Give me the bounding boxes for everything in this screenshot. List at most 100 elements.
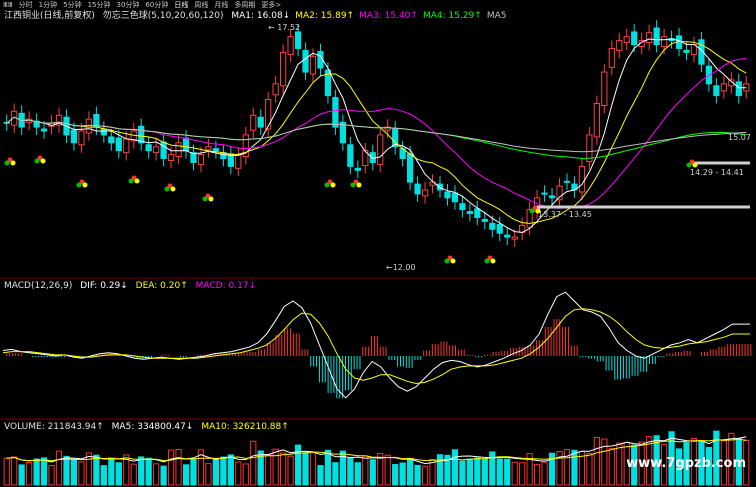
ball-green-5 (202, 196, 208, 202)
candle-body-35 (265, 99, 272, 130)
candle-body-75 (563, 180, 571, 183)
volume-bar-44 (332, 462, 339, 486)
volume-bar-55 (414, 464, 421, 486)
ball-yellow-1 (40, 158, 46, 164)
ball-green-11 (686, 162, 692, 168)
macd-dif: DIF: 0.29↓ (80, 281, 128, 291)
candle-body-31 (235, 154, 242, 169)
candle-body-45 (339, 121, 346, 144)
volume-bar-41 (309, 452, 317, 486)
candle-body-62 (466, 211, 473, 215)
candle-body-96 (720, 83, 727, 92)
candle-body-9 (70, 129, 78, 144)
ball-yellow-0 (10, 160, 16, 166)
candle-body-82 (616, 40, 623, 51)
ball-green-6 (324, 182, 330, 188)
candle-body-67 (504, 234, 511, 238)
ball-yellow-10 (535, 208, 541, 214)
volume-bar-82 (616, 442, 623, 486)
ball-yellow-6 (330, 182, 336, 188)
volume-bar-5 (40, 457, 48, 486)
candle-body-68 (511, 236, 518, 240)
volume-bar-42 (317, 465, 324, 486)
volume-bar-51 (384, 454, 391, 486)
candle-body-20 (153, 146, 160, 154)
ball-yellow-4 (170, 186, 176, 192)
candle-body-15 (115, 137, 122, 152)
candle-body-79 (593, 102, 600, 138)
label-high: ← 17.52 (268, 23, 300, 32)
ball-green-2 (76, 182, 82, 188)
volume-bar-49 (369, 459, 376, 486)
candle-body-61 (459, 203, 466, 211)
volume-bar-14 (108, 457, 115, 486)
candle-body-5 (40, 128, 48, 132)
label-range-left: 13.37 - 13.45 (538, 210, 592, 219)
volume-bar-39 (294, 444, 302, 486)
candle-body-59 (444, 191, 451, 199)
ma1-line (6, 38, 747, 233)
candle-body-44 (332, 97, 339, 128)
ma3-line (6, 58, 747, 209)
ball-yellow-5 (208, 196, 214, 202)
volume-bar-0 (3, 457, 10, 486)
volume-bar-63 (474, 457, 481, 486)
macd-dif-line (2, 291, 750, 399)
stock-chart: ← 17.52 ←12.00 13.37 - 13.45 14.29 - 14.41 1… (0, 20, 756, 486)
volume-bar-10 (78, 461, 85, 486)
volume-bar-24 (182, 464, 190, 486)
volume-bar-58 (436, 454, 444, 486)
candle-body-63 (474, 208, 481, 218)
ball-yellow-2 (82, 182, 88, 188)
volume-bar-64 (481, 458, 488, 486)
volume-bar-52 (392, 464, 399, 486)
candle-body-80 (601, 71, 608, 106)
candle-body-14 (108, 136, 115, 144)
candle-body-65 (489, 222, 496, 230)
volume-bar-79 (593, 436, 600, 486)
candle-body-41 (309, 55, 317, 75)
volume-bar-67 (504, 458, 511, 486)
ball-green-4 (164, 186, 170, 192)
candle-body-77 (578, 165, 586, 193)
volume-bar-38 (287, 455, 294, 486)
ball-green-9 (484, 258, 490, 264)
macd-dea: DEA: 0.20↑ (135, 281, 188, 291)
candle-body-66 (496, 224, 503, 234)
ball-yellow-8 (450, 258, 456, 264)
volume-bar-17 (130, 463, 137, 486)
candle-body-55 (414, 183, 421, 195)
candle-body-54 (407, 153, 414, 183)
volume-bar-3 (26, 462, 33, 486)
label-range-right: 14.29 - 14.41 (690, 168, 744, 177)
volume-bar-22 (167, 449, 175, 486)
candle-body-81 (608, 47, 615, 68)
candle-body-16 (123, 138, 130, 154)
candle-body-83 (623, 36, 630, 44)
candle-body-73 (548, 195, 556, 199)
volume-bar-11 (85, 452, 93, 486)
volume-bar-60 (451, 449, 459, 486)
candle-body-27 (205, 146, 212, 151)
volume-bar-40 (302, 452, 309, 486)
candle-body-38 (287, 36, 294, 55)
volume-bar-56 (421, 465, 429, 486)
candle-body-39 (294, 31, 302, 49)
label-low: ←12.00 (386, 263, 416, 272)
candle-body-47 (354, 167, 361, 171)
candle-body-60 (451, 192, 459, 203)
candle-body-72 (541, 192, 548, 195)
candle-body-95 (713, 85, 720, 97)
volume-bar-71 (533, 464, 541, 486)
candle-body-24 (182, 137, 190, 152)
volume-ma5: MA5: 334800.47↓ (111, 422, 194, 432)
volume-bar-69 (519, 462, 526, 486)
volume-bar-18 (138, 456, 145, 486)
volume-bar-25 (190, 458, 197, 486)
volume-ma10: MA10: 326210.88↑ (201, 422, 289, 432)
candle-body-34 (257, 116, 264, 128)
volume-bar-37 (280, 452, 287, 486)
volume-bar-23 (175, 449, 182, 486)
volume-bar-36 (272, 448, 279, 486)
ball-yellow-9 (490, 258, 496, 264)
